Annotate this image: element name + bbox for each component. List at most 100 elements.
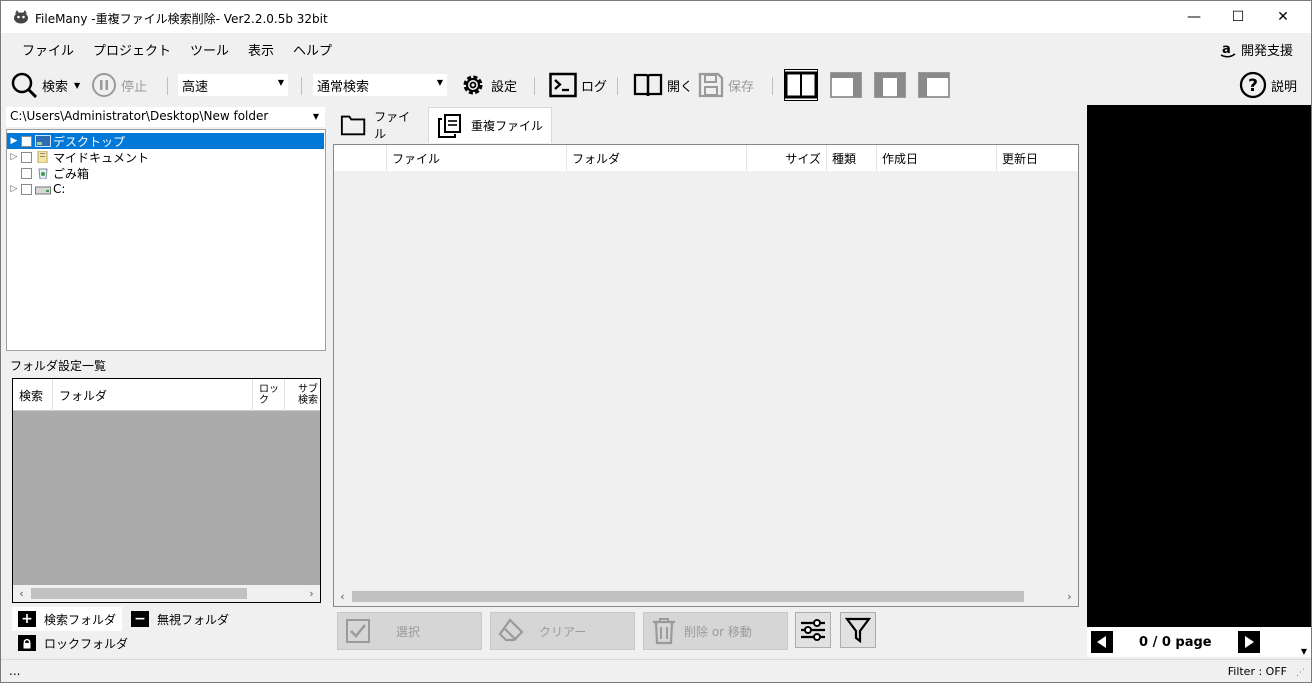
settings-button[interactable]: 設定: [459, 71, 517, 99]
menu-file[interactable]: ファイル: [22, 40, 74, 59]
minimize-button[interactable]: —: [1171, 1, 1217, 33]
arrow-left-icon: [1097, 636, 1106, 648]
filter-settings-button[interactable]: [795, 612, 831, 648]
checkbox-icon: [346, 619, 370, 643]
book-icon: [633, 73, 663, 97]
layout-left-icon[interactable]: [917, 69, 951, 101]
menu-project[interactable]: プロジェクト: [93, 40, 171, 59]
scrollbar-thumb[interactable]: [352, 591, 1024, 602]
tab-search-folders[interactable]: + 検索フォルダ: [12, 607, 122, 631]
horizontal-scrollbar[interactable]: ‹ ›: [13, 585, 320, 602]
menu-view[interactable]: 表示: [248, 40, 274, 59]
folder-path-select[interactable]: C:\Users\Administrator\Desktop\New folde…: [6, 107, 325, 127]
toolbar-separator: [167, 77, 168, 95]
column-header-modified[interactable]: 更新日: [997, 145, 1078, 171]
save-label: 保存: [728, 79, 755, 95]
tree-checkbox[interactable]: [21, 135, 32, 147]
funnel-icon: [845, 617, 871, 644]
speed-select[interactable]: 高速 ▼: [178, 74, 288, 96]
column-header-size[interactable]: サイズ: [747, 145, 827, 171]
tree-node-recycle-bin[interactable]: ごみ箱: [7, 165, 89, 181]
scroll-right-icon[interactable]: ›: [1061, 588, 1078, 605]
search-mode-select[interactable]: 通常検索 ▼: [313, 74, 447, 96]
column-header-folder[interactable]: フォルダ: [53, 379, 253, 411]
clear-button[interactable]: クリアー: [490, 612, 635, 650]
tree-checkbox[interactable]: [21, 183, 32, 195]
tab-files[interactable]: ファイル: [332, 107, 427, 143]
tab-lock-folders[interactable]: ロックフォルダ: [12, 631, 134, 655]
results-grid[interactable]: ファイル フォルダ サイズ 種類 作成日 更新日 ‹ ›: [333, 144, 1079, 607]
filter-button[interactable]: [840, 612, 876, 648]
column-header-folder[interactable]: フォルダ: [567, 145, 747, 171]
status-message: ...: [9, 664, 21, 678]
expand-arrow-icon[interactable]: ▶: [7, 136, 21, 146]
horizontal-scrollbar[interactable]: ‹ ›: [334, 588, 1078, 605]
close-button[interactable]: ✕: [1260, 1, 1306, 33]
tab-duplicate-files[interactable]: 重複ファイル: [428, 107, 552, 143]
resize-grip-icon[interactable]: ⋰: [1296, 668, 1305, 678]
delete-or-move-label: 削除 or 移動: [684, 624, 752, 639]
layout-right-icon[interactable]: [829, 69, 863, 101]
select-button[interactable]: 選択: [337, 612, 482, 650]
stop-label: 停止: [121, 79, 148, 95]
menu-help[interactable]: ヘルプ: [293, 40, 332, 59]
drive-icon: [35, 186, 51, 195]
tree-node-drive-c[interactable]: ▷ C:: [7, 181, 66, 197]
column-header-type[interactable]: 種類: [827, 145, 877, 171]
folder-tree[interactable]: ▶ デスクトップ ▷ マイドキュメント ごみ箱 ▷ C:: [6, 129, 326, 351]
toolbar: 検索 ▼ 停止 高速 ▼ 通常検索 ▼ 設定 ログ 開く 保存 ? 説明: [1, 65, 1311, 105]
plus-icon: +: [18, 611, 36, 627]
preview-pager: 0 / 0 page ▼: [1087, 627, 1311, 657]
layout-split-icon[interactable]: [784, 69, 818, 101]
preview-pane: [1087, 105, 1311, 627]
layout-sides-icon[interactable]: [873, 69, 907, 101]
save-button[interactable]: 保存: [698, 71, 754, 99]
expand-arrow-icon[interactable]: ▷: [7, 184, 21, 194]
maximize-button[interactable]: ☐: [1215, 1, 1261, 33]
search-button[interactable]: 検索 ▼: [10, 71, 80, 99]
menu-bar: ファイル プロジェクト ツール 表示 ヘルプ a 開発支援: [1, 34, 1311, 64]
support-button[interactable]: a 開発支援: [1219, 40, 1293, 59]
chevron-down-icon: ▼: [312, 112, 319, 121]
pager-dropdown-icon[interactable]: ▼: [1301, 647, 1307, 656]
search-label: 検索: [42, 79, 69, 95]
column-header-sub-search[interactable]: サブ検索: [293, 379, 321, 411]
delete-or-move-button[interactable]: 削除 or 移動: [643, 612, 788, 650]
scroll-left-icon[interactable]: ‹: [334, 588, 351, 605]
help-icon: ?: [1239, 71, 1267, 99]
tree-node-desktop[interactable]: ▶ デスクトップ: [7, 133, 324, 149]
scrollbar-thumb[interactable]: [31, 588, 247, 599]
tree-node-documents[interactable]: ▷ マイドキュメント: [7, 149, 149, 165]
search-dropdown-arrow-icon[interactable]: ▼: [74, 81, 80, 90]
tab-ignore-folders[interactable]: − 無視フォルダ: [125, 607, 235, 631]
tree-node-label: マイドキュメント: [53, 150, 150, 165]
folder-settings-table[interactable]: 検索 フォルダ ロック サブ検索 ‹ ›: [12, 378, 321, 603]
next-page-button[interactable]: [1237, 631, 1260, 653]
tree-checkbox[interactable]: [21, 151, 32, 163]
open-button[interactable]: 開く: [633, 71, 693, 99]
folder-icon: [340, 115, 366, 136]
tab-label: ファイル: [374, 110, 411, 141]
menu-tools[interactable]: ツール: [190, 40, 229, 59]
scroll-left-icon[interactable]: ‹: [13, 585, 30, 602]
search-icon: [11, 72, 38, 99]
log-label: ログ: [581, 79, 608, 95]
previous-page-button[interactable]: [1091, 631, 1113, 653]
stop-button[interactable]: 停止: [91, 71, 147, 99]
column-header-file[interactable]: ファイル: [387, 145, 567, 171]
log-button[interactable]: ログ: [549, 71, 607, 99]
settings-label: 設定: [491, 79, 518, 95]
column-header-marker[interactable]: [334, 145, 387, 171]
help-button[interactable]: ? 説明: [1239, 71, 1297, 99]
column-header-search[interactable]: 検索: [13, 379, 53, 411]
tab-label: 無視フォルダ: [157, 612, 230, 627]
expand-arrow-icon[interactable]: ▷: [7, 152, 21, 162]
toolbar-separator: [772, 77, 773, 95]
results-grid-header: ファイル フォルダ サイズ 種類 作成日 更新日: [334, 145, 1078, 171]
tab-label: 検索フォルダ: [44, 612, 117, 627]
scroll-right-icon[interactable]: ›: [303, 585, 320, 602]
lock-icon: [18, 635, 36, 651]
column-header-lock[interactable]: ロック: [253, 379, 285, 411]
column-header-created[interactable]: 作成日: [877, 145, 997, 171]
tree-checkbox[interactable]: [21, 167, 32, 179]
